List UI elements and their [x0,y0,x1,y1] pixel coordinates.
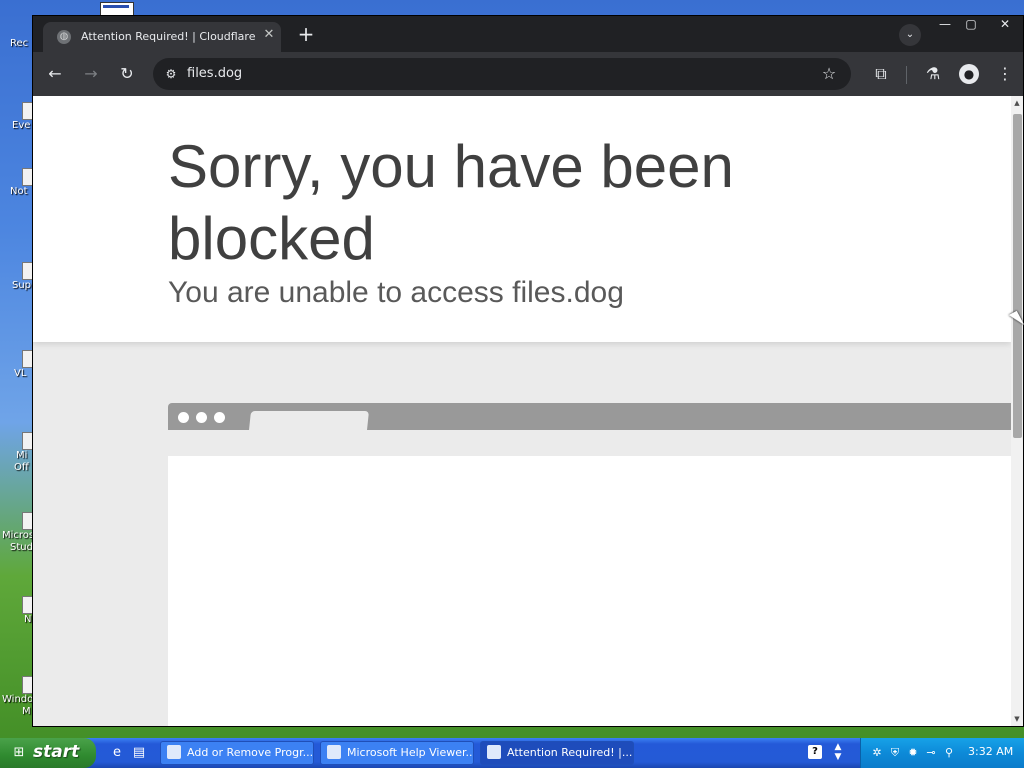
desktop-icon-label: Sup [12,280,32,291]
close-window-button[interactable]: ✕ [993,16,1017,32]
tab-attention-required[interactable]: ◍ Attention Required! | Cloudflare ✕ [43,22,281,52]
tray-update-icon[interactable]: ✹ [905,745,921,761]
desktop-icons: Rec Eve Not Sup VL Mi Off Micros Stud N Wi… [0,0,34,738]
taskbar-item-browser[interactable]: Attention Required! |... [480,741,634,765]
desktop-icon-label: VL [14,368,27,379]
desktop-icon-office[interactable]: Mi Off [0,432,34,474]
site-info-icon[interactable]: ⚙ [163,66,179,82]
desktop-icon-eve[interactable]: Eve [0,102,34,132]
tray-clock[interactable]: 3:32 AM [968,745,1013,758]
desktop-icon-recycle[interactable]: Rec [0,26,34,50]
desktop-icon-notepad[interactable]: Not [0,168,34,198]
desktop-icon-studio[interactable]: Micros Stud [0,512,34,554]
minimize-button[interactable]: — [933,16,957,32]
desktop-icon-label: Rec [10,38,29,49]
taskbar-item-add-remove-programs[interactable]: Add or Remove Progr... [160,741,314,765]
desktop-icon-vlc[interactable]: VL [0,350,34,380]
profile-avatar-icon[interactable]: ● [959,64,979,84]
scroll-down-arrow-icon[interactable]: ▼ [1011,712,1023,726]
illustration-tab [249,411,369,430]
tray-connection-icon[interactable]: ⊸ [923,745,939,761]
scroll-up-arrow-icon[interactable]: ▲ [1011,96,1023,110]
illustration-dot [178,412,189,423]
page-scrollbar[interactable]: ▲ ▼ [1011,96,1023,726]
windows-flag-icon: ⊞ [13,745,25,760]
globe-icon: ◍ [57,30,71,44]
taskbar: ⊞ start e ▤ Add or Remove Progr... Micro… [0,738,1024,768]
desktop-icon-label: Stud [10,542,33,553]
help-viewer-icon [327,745,341,759]
help-icon[interactable]: ? [808,745,822,759]
bookmark-star-icon[interactable]: ☆ [819,64,839,84]
toolbar-divider [906,66,907,84]
network-arrows-icon[interactable]: ▲ ▼ [831,742,845,764]
control-panel-icon [167,745,181,759]
back-button[interactable]: ← [43,62,67,86]
extensions-icon[interactable]: ⧉ [869,62,893,86]
blocked-header: Sorry, you have been blocked You are una… [33,96,1011,342]
new-tab-button[interactable]: + [295,24,317,46]
desktop-quick-launch-icon[interactable]: ▤ [130,744,148,762]
page-title: Sorry, you have been blocked [168,133,734,272]
browser-illustration-bar [168,403,1011,430]
chrome-icon [487,745,501,759]
labs-flask-icon[interactable]: ⚗ [921,62,945,86]
desktop-icon-label: Micros [2,530,34,541]
tab-strip: ◍ Attention Required! | Cloudflare ✕ + ⌄… [33,16,1023,52]
taskbar-item-help-viewer[interactable]: Microsoft Help Viewer... [320,741,474,765]
page-viewport: Sorry, you have been blocked You are una… [33,96,1011,726]
tab-title: Attention Required! | Cloudflare [81,30,256,43]
tray-network-icon[interactable]: ✲ [869,745,885,761]
page-subtitle: You are unable to access files.dog [168,276,624,309]
illustration-dot [214,412,225,423]
tray-search-icon[interactable]: ⚲ [941,745,957,761]
desktop-icon-label: Eve [12,120,31,131]
tab-search-button[interactable]: ⌄ [899,24,921,46]
tab-close-button[interactable]: ✕ [261,27,277,43]
start-label: start [33,742,80,762]
forward-button[interactable]: → [79,62,103,86]
desktop-icon-n[interactable]: N [0,596,34,626]
system-tray: ✲ ⛨ ✹ ⊸ ⚲ 3:32 AM [860,738,1024,768]
reload-button[interactable]: ↻ [115,62,139,86]
desktop-icon-sup[interactable]: Sup [0,262,34,292]
desktop-icon-label: Windo [2,694,34,705]
maximize-button[interactable]: ▢ [959,16,983,32]
url-text[interactable]: files.dog [187,66,242,81]
address-bar[interactable]: ⚙ files.dog ☆ [153,58,851,90]
browser-window: ◍ Attention Required! | Cloudflare ✕ + ⌄… [32,15,1024,727]
browser-illustration-body [168,456,1011,726]
taskbar-item-label: Add or Remove Progr... [187,746,314,759]
start-button[interactable]: ⊞ start [0,738,96,768]
desktop-icon-label: Not [10,186,28,197]
browser-toolbar: ← → ↻ ⚙ files.dog ☆ ⧉ ⚗ ● ⋮ [33,52,1023,96]
tray-security-shield-icon[interactable]: ⛨ [887,745,903,761]
desktop-icon-label: Off [14,462,29,473]
taskbar-item-label: Microsoft Help Viewer... [347,746,474,759]
desktop-icon-windows[interactable]: Windo M [0,676,34,718]
taskbar-item-label: Attention Required! |... [507,746,633,759]
scrollbar-thumb[interactable] [1013,114,1022,438]
ie-quick-launch-icon[interactable]: e [108,744,126,762]
illustration-dot [196,412,207,423]
browser-menu-icon[interactable]: ⋮ [993,62,1017,86]
